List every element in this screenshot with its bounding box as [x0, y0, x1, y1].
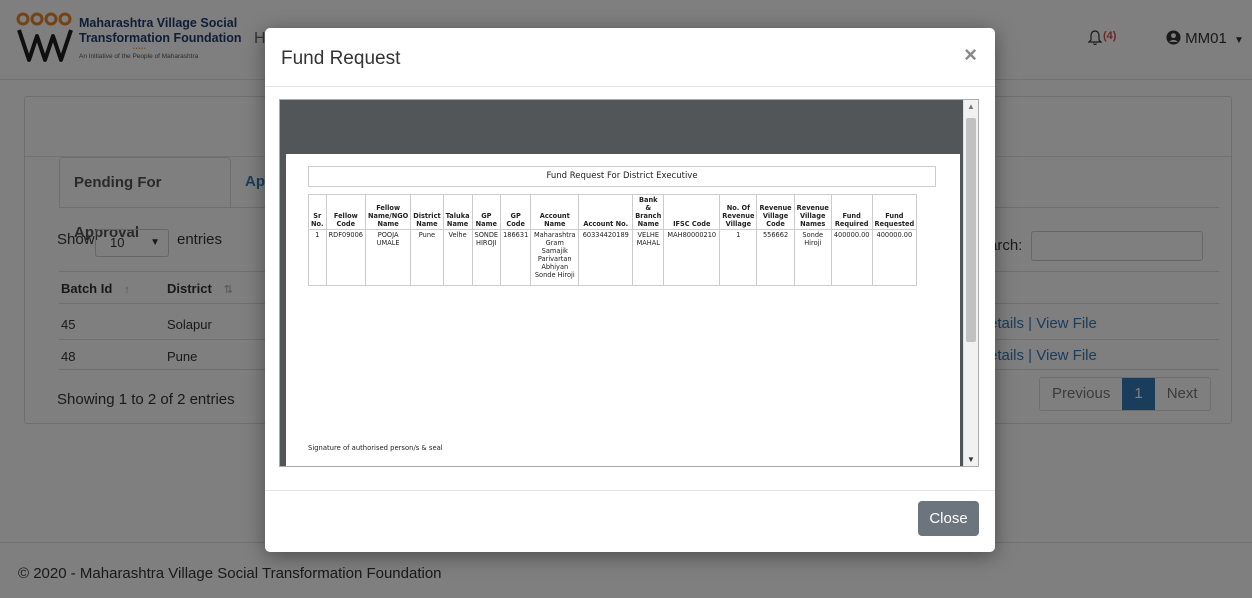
table-header-cell: Taluka Name: [442, 194, 473, 230]
scroll-down-icon[interactable]: ▼: [967, 455, 975, 464]
table-header-cell: Account Name: [530, 194, 580, 230]
table-cell: Velhe: [442, 229, 473, 286]
document-title: Fund Request For District Executive: [308, 166, 936, 187]
table-header-cell: IFSC Code: [663, 194, 721, 230]
modal-title: Fund Request: [281, 48, 401, 69]
table-cell: 60334420189: [578, 229, 634, 286]
pdf-page: Fund Request For District Executive Sr N…: [286, 154, 960, 466]
pdf-scrollbar[interactable]: ▲ ▼: [963, 100, 978, 466]
table-header-cell: Fellow Name/NGO Name: [364, 194, 412, 230]
table-header-cell: GP Name: [471, 194, 502, 230]
table-cell: RDF09006: [325, 229, 367, 286]
scroll-up-icon[interactable]: ▲: [967, 102, 975, 111]
table-cell: 556662: [756, 229, 795, 286]
table-cell: 400000.00: [830, 229, 873, 286]
table-header-row: Sr No. Fellow Code Fellow Name/NGO Name Dis…: [308, 194, 918, 230]
table-cell: Sonde Hiroji: [793, 229, 832, 286]
table-header-cell: No. Of Revenue Village: [719, 194, 758, 230]
scrollbar-thumb[interactable]: [966, 118, 976, 342]
signature-label: Signature of authorised person/s & seal: [308, 444, 443, 452]
table-cell: Maharashtra Gram Samajik Parivartan Abhi…: [530, 229, 580, 286]
table-cell: 1: [308, 229, 327, 286]
table-cell: 400000.00: [871, 229, 918, 286]
table-header-cell: Revenue Village Names: [793, 194, 832, 230]
table-header-cell: Bank & Branch Name: [632, 194, 665, 230]
table-empty-row: [309, 286, 917, 289]
table-row: 1 RDF09006 POOJA UMALE Pune Velhe SONDE HIROJ…: [308, 229, 918, 286]
table-header-cell: Revenue Village Code: [756, 194, 795, 230]
table-cell: MAH80000210: [663, 229, 721, 286]
table-header-cell: Sr No.: [308, 194, 327, 230]
table-cell: SONDE HIROJI: [471, 229, 502, 286]
modal-header-divider: [265, 86, 995, 87]
modal-footer-divider: [265, 490, 995, 491]
close-icon[interactable]: ×: [964, 42, 977, 68]
table-cell: Pune: [410, 229, 444, 286]
table-cell: 186631: [500, 229, 532, 286]
table-cell: 1: [719, 229, 758, 286]
table-cell: POOJA UMALE: [364, 229, 412, 286]
fund-request-modal: Fund Request × Fund Request For District…: [265, 28, 995, 552]
table-header-cell: Fund Requested: [871, 194, 918, 230]
close-button[interactable]: Close: [918, 501, 979, 536]
table-header-cell: District Name: [410, 194, 444, 230]
table-header-cell: Fund Required: [830, 194, 873, 230]
fund-request-table: Sr No. Fellow Code Fellow Name/NGO Name Dis…: [308, 194, 918, 289]
pdf-viewer[interactable]: Fund Request For District Executive Sr N…: [279, 99, 979, 467]
pdf-viewer-toolbar-area: [280, 100, 965, 154]
table-cell: VELHE MAHAL: [632, 229, 665, 286]
table-header-cell: GP Code: [500, 194, 532, 230]
table-header-cell: Fellow Code: [325, 194, 367, 230]
table-header-cell: Account No.: [578, 194, 634, 230]
